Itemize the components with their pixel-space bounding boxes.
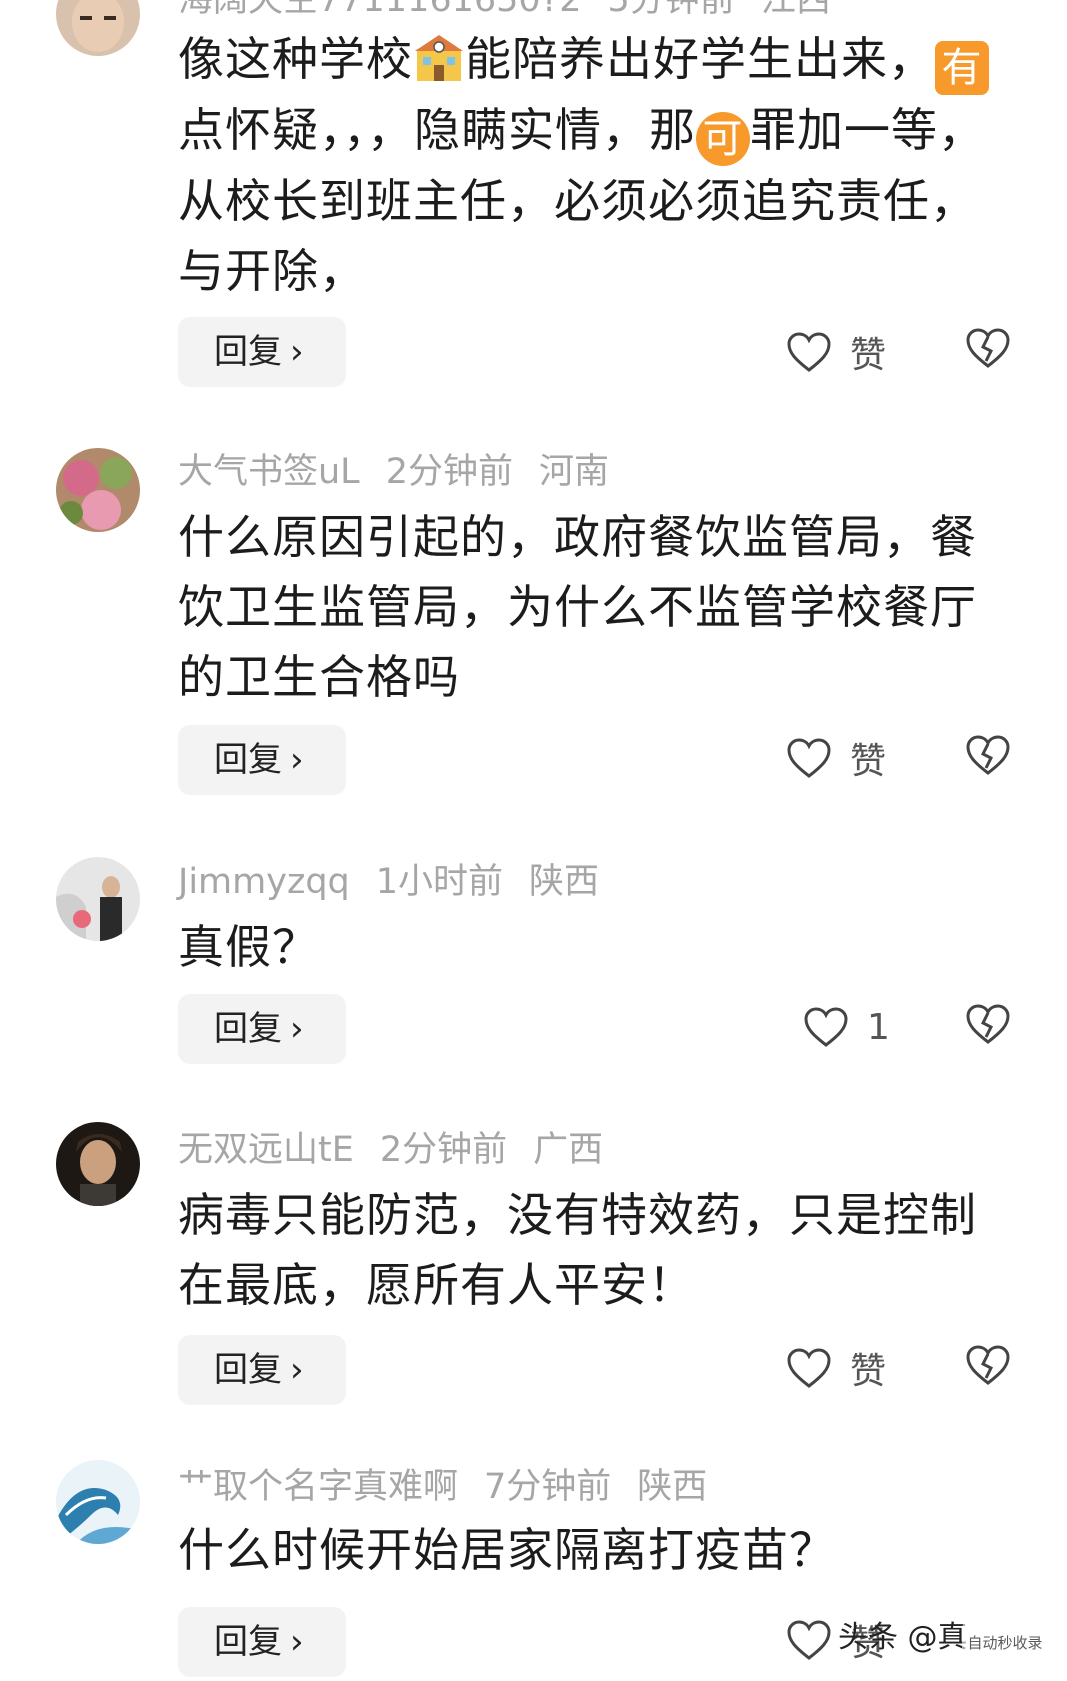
like-button[interactable]: 赞 xyxy=(786,728,886,788)
comment-text-part: 能陪养出好学生出来， xyxy=(465,32,935,86)
timestamp: 2分钟前 xyxy=(385,452,513,492)
location: 陕西 xyxy=(529,862,600,902)
heart-icon xyxy=(804,1007,848,1047)
location: 陕西 xyxy=(637,1467,708,1507)
avatar[interactable] xyxy=(56,1122,140,1206)
reply-button[interactable]: 回复 › xyxy=(178,317,346,387)
like-button[interactable]: 赞 xyxy=(786,322,886,382)
username[interactable]: 艹取个名字真难啊 xyxy=(178,1467,458,1507)
watermark-text: 头条 @真 xyxy=(838,1620,968,1655)
username[interactable]: 大气书签uL xyxy=(178,452,360,492)
comment-meta: 艹取个名字真难啊 7分钟前 陕西 xyxy=(178,1465,733,1509)
comment-text-part: 像这种学校 xyxy=(178,32,413,86)
comment-meta: Jimmyzqq 1小时前 陕西 xyxy=(178,860,625,904)
chevron-right-icon: › xyxy=(290,740,304,780)
dislike-button[interactable] xyxy=(965,1344,1013,1390)
like-button[interactable]: 1 xyxy=(803,997,890,1057)
like-label: 赞 xyxy=(850,741,887,782)
username[interactable]: Jimmyzqq xyxy=(178,862,350,902)
location: 河南 xyxy=(538,452,609,492)
username[interactable]: 海阔天空7711161650?2 xyxy=(178,0,582,20)
comment-meta: 海阔天空7711161650?2 5分钟前 江西 xyxy=(178,0,857,22)
like-button[interactable]: 赞 xyxy=(786,1338,886,1398)
avatar[interactable] xyxy=(56,857,140,941)
chevron-right-icon: › xyxy=(290,1622,304,1662)
like-count: 1 xyxy=(867,1006,890,1048)
location: 江西 xyxy=(760,0,831,20)
school-emoji-icon xyxy=(413,31,465,83)
comment-text: 什么时候开始居家隔离打疫苗？ xyxy=(178,1523,836,1577)
reply-label: 回复 xyxy=(214,740,282,780)
timestamp: 5分钟前 xyxy=(607,0,735,20)
reply-label: 回复 xyxy=(214,1622,282,1662)
reply-button[interactable]: 回复 › xyxy=(178,994,346,1064)
dislike-button[interactable] xyxy=(965,327,1013,373)
reply-label: 回复 xyxy=(214,1009,282,1049)
dislike-button[interactable] xyxy=(965,734,1013,780)
broken-heart-icon xyxy=(966,1345,1010,1385)
watermark-logo: 自动秒收录 xyxy=(960,1618,1050,1666)
chevron-right-icon: › xyxy=(290,1350,304,1390)
comment-text: 真假？ xyxy=(178,920,319,974)
comment-text: 什么原因引起的，政府餐饮监管局，餐饮卫生监管局，为什么不监管学校餐厅的卫生合格吗 xyxy=(178,510,977,704)
avatar[interactable] xyxy=(56,1460,140,1544)
timestamp: 2分钟前 xyxy=(379,1130,508,1170)
broken-heart-icon xyxy=(966,735,1010,775)
comment-meta: 大气书签uL 2分钟前 河南 xyxy=(178,450,635,494)
timestamp: 7分钟前 xyxy=(484,1467,612,1507)
dislike-button[interactable] xyxy=(965,1003,1013,1049)
broken-heart-icon xyxy=(966,328,1010,368)
comment-text-part: 点怀疑，，，隐瞒实情，那 xyxy=(178,103,696,157)
comment-text: 像这种学校 能陪养出好学生出来， 有点怀疑，，，隐瞒实情，那可罪加一等，从校长到班主… xyxy=(178,24,1018,306)
chevron-right-icon: › xyxy=(290,1009,304,1049)
chevron-right-icon: › xyxy=(290,332,304,372)
like-label: 赞 xyxy=(850,335,887,376)
heart-icon xyxy=(787,1620,831,1660)
reply-button[interactable]: 回复 › xyxy=(178,1607,346,1677)
heart-icon xyxy=(787,332,831,372)
comment-meta: 无双远山tE 2分钟前 广西 xyxy=(178,1128,629,1172)
like-label: 赞 xyxy=(850,1351,887,1392)
comment-text: 病毒只能防范，没有特效药，只是控制在最底，愿所有人平安！ xyxy=(178,1188,977,1312)
location: 广西 xyxy=(533,1130,604,1170)
heart-icon xyxy=(787,738,831,778)
reply-label: 回复 xyxy=(214,332,282,372)
avatar[interactable] xyxy=(56,448,140,532)
watermark-logo-text: 自动秒收录 xyxy=(967,1634,1042,1652)
broken-heart-icon xyxy=(966,1004,1010,1044)
reply-button[interactable]: 回复 › xyxy=(178,1335,346,1405)
badge-icon: 有 xyxy=(935,41,989,95)
heart-icon xyxy=(787,1348,831,1388)
reply-label: 回复 xyxy=(214,1350,282,1390)
username[interactable]: 无双远山tE xyxy=(178,1130,354,1170)
avatar[interactable] xyxy=(56,0,140,56)
reply-button[interactable]: 回复 › xyxy=(178,725,346,795)
timestamp: 1小时前 xyxy=(375,862,504,902)
badge-icon: 可 xyxy=(696,112,750,166)
